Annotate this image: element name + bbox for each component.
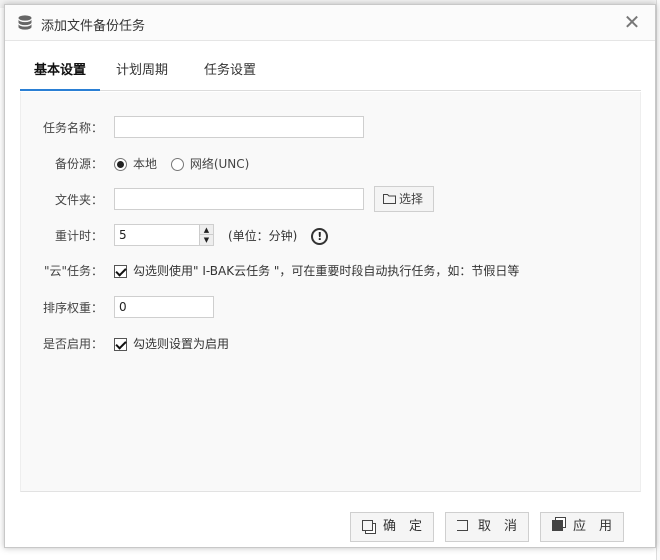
stepper-down-icon[interactable]: ▼ [200, 235, 213, 245]
dialog-titlebar: 添加文件备份任务 ✕ [5, 5, 655, 41]
folder-icon [383, 194, 396, 204]
folder-input[interactable] [114, 188, 364, 210]
source-unc-label: 网络(UNC) [189, 157, 250, 171]
sort-weight-row: 排序权重： [21, 296, 621, 320]
cancel-button[interactable]: 取 消 [445, 512, 529, 542]
confirm-button[interactable]: 确 定 [350, 512, 434, 542]
dialog-title: 添加文件备份任务 [41, 19, 146, 34]
stepper-up-icon[interactable]: ▲ [200, 225, 213, 235]
source-local-label: 本地 [133, 157, 158, 171]
apply-label: 应 用 [572, 519, 612, 534]
tab-task-settings[interactable]: 任务设置 [204, 55, 264, 91]
task-name-input[interactable] [114, 116, 364, 138]
cloud-task-text: 勾选则使用" I-BAK云任务 "，可在重要时段自动执行任务，如：节假日等 [133, 264, 520, 278]
add-file-backup-dialog: 添加文件备份任务 ✕ 基本设置 计划周期 任务设置 任务名称： 备份源： 本地 … [4, 4, 656, 548]
confirm-icon [361, 520, 373, 531]
tab-basic-settings[interactable]: 基本设置 [20, 55, 100, 91]
sort-weight-label: 排序权重： [42, 301, 103, 315]
backup-source-label: 备份源： [54, 157, 103, 171]
database-icon [16, 14, 34, 32]
tab-bar: 基本设置 计划周期 任务设置 [20, 55, 641, 91]
enabled-label: 是否启用： [42, 337, 103, 351]
enabled-row: 是否启用： 勾选则设置为启用 [21, 332, 621, 356]
apply-button[interactable]: 应 用 [540, 512, 624, 542]
folder-row: 文件夹： 选择 [21, 186, 621, 212]
enabled-checkbox[interactable] [114, 338, 127, 351]
info-icon[interactable]: ! [311, 228, 329, 245]
timer-row: 重计时： ▲ ▼ (单位：分钟) ! [21, 224, 621, 248]
background-window-edge [656, 0, 660, 560]
cloud-task-label: "云"任务： [43, 264, 103, 278]
browse-folder-button[interactable]: 选择 [374, 186, 434, 212]
confirm-label: 确 定 [382, 519, 422, 534]
task-name-label: 任务名称： [42, 121, 103, 135]
backup-source-row: 备份源： 本地 网络(UNC) [21, 152, 621, 176]
browse-folder-label: 选择 [399, 192, 424, 206]
folder-label: 文件夹： [54, 193, 103, 207]
source-local-radio[interactable] [114, 158, 127, 171]
cloud-task-row: "云"任务： 勾选则使用" I-BAK云任务 "，可在重要时段自动执行任务，如：… [21, 259, 621, 283]
cloud-task-checkbox[interactable] [114, 265, 127, 278]
exit-icon [456, 520, 468, 531]
enabled-text: 勾选则设置为启用 [133, 337, 230, 351]
timer-stepper[interactable]: ▲ ▼ [199, 225, 213, 245]
task-name-row: 任务名称： [21, 116, 621, 140]
cancel-label: 取 消 [477, 519, 517, 534]
timer-unit-text: (单位：分钟) [228, 229, 298, 243]
form-panel: 任务名称： 备份源： 本地 网络(UNC) 文件夹： 选择 重计时： 5 ▲ ▼… [20, 92, 641, 492]
sort-weight-input[interactable] [114, 296, 214, 318]
source-unc-option[interactable]: 网络(UNC) [170, 157, 260, 171]
source-unc-radio[interactable] [170, 158, 184, 171]
timer-label: 重计时： [54, 229, 103, 243]
close-icon[interactable]: ✕ [621, 11, 643, 33]
source-local-option[interactable]: 本地 [114, 157, 171, 171]
tab-schedule[interactable]: 计划周期 [116, 55, 176, 91]
apply-icon [551, 520, 563, 531]
